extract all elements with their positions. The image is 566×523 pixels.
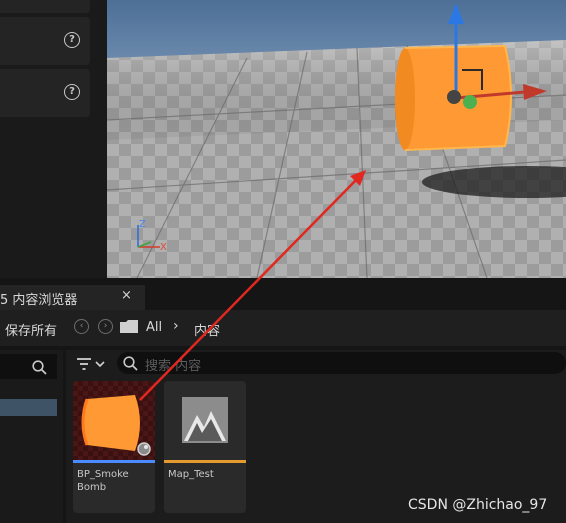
asset-type-bar xyxy=(164,460,246,463)
axis-label-x: X xyxy=(160,242,167,253)
help-icon[interactable]: ? xyxy=(64,32,80,48)
sources-search-input[interactable] xyxy=(0,354,57,379)
breadcrumb-content[interactable]: 内容 xyxy=(194,320,220,339)
asset-name: Map_Test xyxy=(168,469,214,480)
forward-icon[interactable]: › xyxy=(98,319,113,334)
axis-label-z: Z xyxy=(139,219,146,230)
viewport-scene xyxy=(107,0,566,278)
asset-tile-bp-smoke-bomb[interactable]: BP_Smoke Bomb xyxy=(73,381,155,513)
save-all-button[interactable]: 保存所有 xyxy=(5,320,57,339)
folder-icon xyxy=(120,320,138,333)
sources-selected-folder[interactable] xyxy=(0,399,57,416)
watermark: CSDN @Zhichao_97 xyxy=(408,497,548,513)
back-icon[interactable]: ‹ xyxy=(74,319,89,334)
search-icon[interactable] xyxy=(32,360,47,375)
asset-type-bar xyxy=(73,460,155,463)
breadcrumb-separator[interactable]: › xyxy=(173,318,179,334)
content-browser-tab-label: 5 内容浏览器 xyxy=(0,293,78,308)
detail-row[interactable]: ? xyxy=(0,17,90,65)
search-placeholder: 搜索 内容 xyxy=(145,359,202,374)
blueprint-thumbnail xyxy=(73,381,155,462)
detail-row[interactable]: ? xyxy=(0,69,90,117)
level-viewport[interactable]: Z X xyxy=(107,0,566,278)
level-thumbnail xyxy=(164,381,246,462)
help-icon[interactable]: ? xyxy=(64,84,80,100)
filter-icon[interactable] xyxy=(76,357,108,371)
breadcrumb-all[interactable]: All xyxy=(146,320,162,335)
asset-tile-map-test[interactable]: Map_Test xyxy=(164,381,246,513)
detail-row[interactable] xyxy=(0,0,90,13)
close-icon[interactable]: × xyxy=(121,288,132,303)
details-panel: ? ? xyxy=(0,0,107,278)
asset-name: BP_Smoke Bomb xyxy=(77,469,129,493)
search-icon xyxy=(123,356,138,371)
